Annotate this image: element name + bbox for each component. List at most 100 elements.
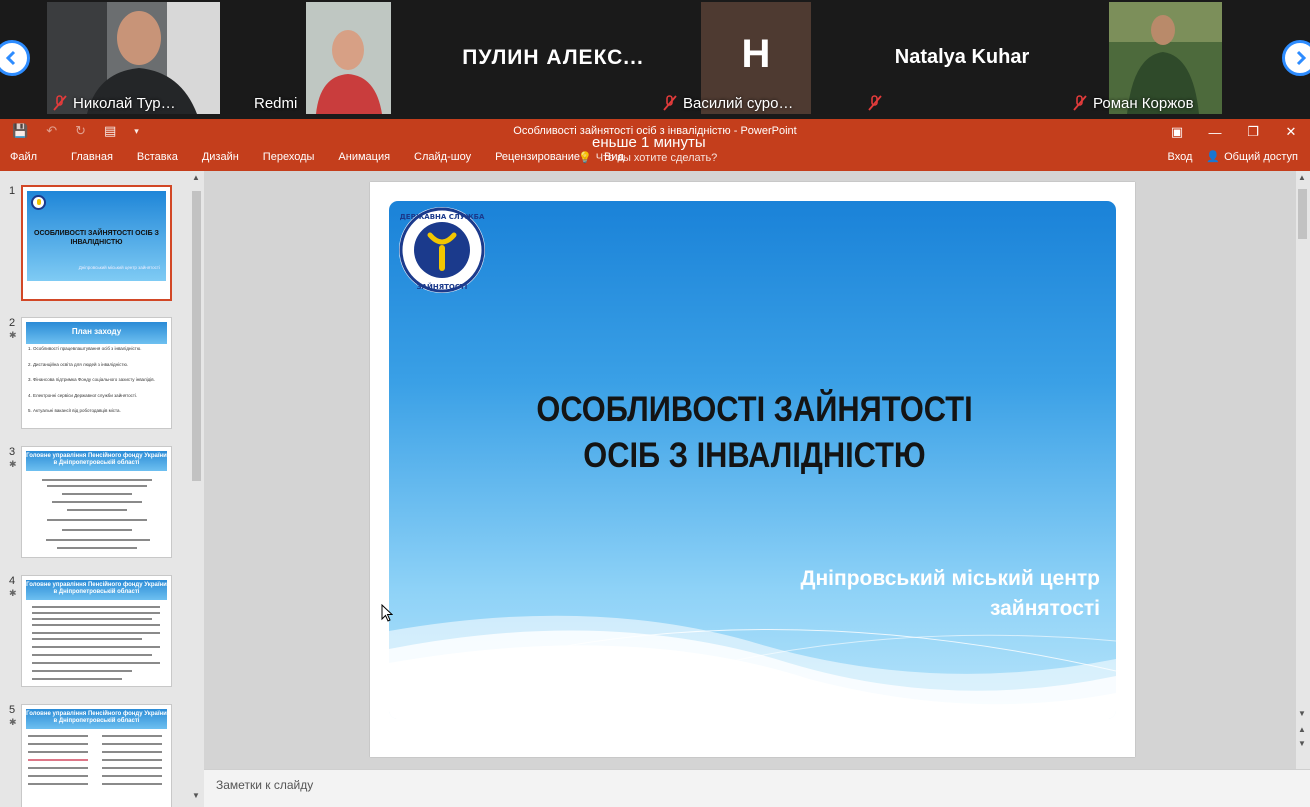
scrollbar-thumb[interactable] bbox=[192, 191, 201, 481]
slide-thumbnail-selected[interactable]: ОСОБЛИВОСТІ ЗАЙНЯТОСТІ ОСІБ З ІНВАЛІДНІС… bbox=[21, 185, 172, 301]
thumb-title: Головне управління Пенсійного фонду Укра… bbox=[26, 580, 167, 600]
video-participants-strip: Николай Тур… Redmi ПУЛИН АЛЕКС... H Васи… bbox=[0, 0, 1310, 119]
slide-title[interactable]: ОСОБЛИВОСТІ ЗАЙНЯТОСТІ ОСІБ З ІНВАЛІДНІС… bbox=[433, 387, 1076, 479]
participant-name: Natalya Kuhar bbox=[894, 46, 1030, 68]
slide-thumbnail[interactable]: План заходу 1. Особливості працевлаштува… bbox=[21, 317, 172, 429]
logo-icon bbox=[31, 195, 46, 210]
text-line bbox=[102, 783, 162, 785]
tab-file[interactable]: Файл bbox=[10, 151, 49, 163]
participant-tile[interactable]: H Василий суро… bbox=[657, 2, 837, 114]
animation-star-icon: ✱ bbox=[9, 459, 17, 469]
notes-placeholder: Заметки к слайду bbox=[216, 778, 314, 792]
lightbulb-icon: 💡 bbox=[578, 152, 592, 164]
text-line bbox=[102, 751, 162, 753]
text-line bbox=[102, 759, 162, 761]
text-line bbox=[32, 662, 160, 664]
slide-number: 1 bbox=[9, 185, 16, 197]
participant-status bbox=[866, 94, 884, 112]
thumb-title: ОСОБЛИВОСТІ ЗАЙНЯТОСТІ ОСІБ З ІНВАЛІДНІС… bbox=[34, 230, 159, 246]
thumb-subtitle: Дніпровський міський центр зайнятості bbox=[78, 265, 160, 270]
participant-tile[interactable]: Natalya Kuhar bbox=[862, 2, 1062, 114]
thumb-title: Головне управління Пенсійного фонду Укра… bbox=[26, 451, 167, 471]
participant-tile[interactable]: ПУЛИН АЛЕКС... bbox=[453, 2, 653, 114]
slide-number: 2 ✱ bbox=[9, 317, 17, 340]
text-line bbox=[28, 767, 88, 769]
notes-pane[interactable]: Заметки к слайду bbox=[204, 769, 1310, 807]
text-line bbox=[102, 767, 162, 769]
slide-subtitle[interactable]: Дніпровський міський центр зайнятості bbox=[801, 564, 1100, 624]
slide-thumbnails-pane: 1 ОСОБЛИВОСТІ ЗАЙНЯТОСТІ ОСІБ З ІНВАЛІДН… bbox=[0, 171, 204, 807]
thumb-list: 1. Особливості працевлаштування осіб з і… bbox=[28, 346, 155, 413]
prev-page-arrow-icon[interactable] bbox=[0, 40, 30, 76]
text-line bbox=[32, 646, 160, 648]
muted-mic-icon bbox=[51, 94, 69, 112]
muted-mic-icon bbox=[661, 94, 679, 112]
text-line bbox=[32, 618, 152, 620]
text-line bbox=[28, 751, 88, 753]
text-line bbox=[46, 539, 150, 541]
svg-text:ЗАЙНЯТОСТІ: ЗАЙНЯТОСТІ bbox=[417, 282, 468, 291]
text-line bbox=[62, 493, 132, 495]
scrollbar-thumb[interactable] bbox=[1298, 189, 1307, 239]
slide-page[interactable]: ДЕРЖАВНА СЛУЖБА ЗАЙНЯТОСТІ ОСОБЛИВОСТІ З… bbox=[370, 182, 1135, 757]
text-line bbox=[32, 670, 132, 672]
close-icon[interactable]: ✕ bbox=[1272, 119, 1310, 145]
text-line bbox=[28, 759, 88, 761]
slide-title-line: ОСОБЛИВОСТІ ЗАЙНЯТОСТІ bbox=[536, 390, 973, 429]
text-line bbox=[28, 783, 88, 785]
tab-insert[interactable]: Вставка bbox=[137, 151, 190, 163]
slide-number: 3 ✱ bbox=[9, 446, 17, 469]
minimize-icon[interactable]: — bbox=[1196, 119, 1234, 145]
scroll-down-arrow-icon[interactable]: ▼ bbox=[1298, 709, 1306, 718]
tab-transitions[interactable]: Переходы bbox=[263, 151, 327, 163]
slide-editing-area: ДЕРЖАВНА СЛУЖБА ЗАЙНЯТОСТІ ОСОБЛИВОСТІ З… bbox=[204, 171, 1296, 769]
scroll-down-arrow-icon[interactable]: ▼ bbox=[192, 791, 200, 800]
slide-subtitle-line: зайнятості bbox=[989, 597, 1100, 620]
tab-animations[interactable]: Анимация bbox=[338, 151, 402, 163]
text-line bbox=[32, 678, 122, 680]
tab-slideshow[interactable]: Слайд-шоу bbox=[414, 151, 483, 163]
tab-home[interactable]: Главная bbox=[71, 151, 125, 163]
slide-number: 4 ✱ bbox=[9, 575, 17, 598]
scroll-up-arrow-icon[interactable]: ▲ bbox=[1298, 173, 1306, 182]
text-line bbox=[28, 775, 88, 777]
animation-star-icon: ✱ bbox=[9, 588, 17, 598]
text-line bbox=[52, 501, 142, 503]
scroll-up-arrow-icon[interactable]: ▲ bbox=[192, 173, 200, 182]
text-line bbox=[42, 479, 152, 481]
tell-me-search[interactable]: 💡 Что вы хотите сделать? bbox=[578, 151, 717, 165]
current-slide[interactable]: ДЕРЖАВНА СЛУЖБА ЗАЙНЯТОСТІ ОСОБЛИВОСТІ З… bbox=[389, 201, 1116, 719]
thumb-background: ОСОБЛИВОСТІ ЗАЙНЯТОСТІ ОСІБ З ІНВАЛІДНІС… bbox=[27, 191, 166, 281]
animation-star-icon: ✱ bbox=[9, 717, 17, 727]
person-icon: 👤 bbox=[1206, 151, 1221, 163]
participant-tile[interactable]: Николай Тур… bbox=[47, 2, 220, 114]
text-line bbox=[67, 509, 127, 511]
text-line bbox=[32, 606, 160, 608]
slide-thumbnail[interactable]: Головне управління Пенсійного фонду Укра… bbox=[21, 704, 172, 807]
next-page-arrow-icon[interactable] bbox=[1282, 40, 1310, 76]
text-line bbox=[28, 735, 88, 737]
ribbon-display-options-icon[interactable]: ▣ bbox=[1158, 119, 1196, 145]
participant-name: Redmi bbox=[254, 95, 298, 112]
slide-thumbnail[interactable]: Головне управління Пенсійного фонду Укра… bbox=[21, 575, 172, 687]
participant-name: Роман Коржов bbox=[1071, 94, 1194, 112]
text-line bbox=[62, 529, 132, 531]
thumbnails-scrollbar[interactable]: ▲ ▼ bbox=[190, 171, 204, 807]
restore-icon[interactable]: ❐ bbox=[1234, 119, 1272, 145]
sign-in-link[interactable]: Вход bbox=[1168, 151, 1193, 163]
text-line bbox=[47, 519, 147, 521]
participant-tile[interactable]: Redmi bbox=[248, 2, 391, 114]
tab-design[interactable]: Дизайн bbox=[202, 151, 251, 163]
powerpoint-window: 💾 ↶ ↻ ▤ ▾ Особливості зайнятості осіб з … bbox=[0, 119, 1310, 807]
participant-tile[interactable]: Роман Коржов bbox=[1067, 2, 1222, 114]
slide-thumbnail[interactable]: Головне управління Пенсійного фонду Укра… bbox=[21, 446, 172, 558]
slide-scrollbar[interactable]: ▲ ▼ ▲ ▼ bbox=[1296, 171, 1310, 769]
previous-slide-icon[interactable]: ▲ bbox=[1298, 725, 1306, 734]
share-button[interactable]: 👤 Общий доступ bbox=[1206, 150, 1298, 164]
text-line bbox=[102, 743, 162, 745]
participant-name: Василий суро… bbox=[661, 94, 793, 112]
overlay-timer-text: еньше 1 минуты bbox=[592, 134, 706, 151]
next-slide-icon[interactable]: ▼ bbox=[1298, 739, 1306, 748]
text-line bbox=[32, 624, 160, 626]
participant-name: Николай Тур… bbox=[51, 94, 176, 112]
